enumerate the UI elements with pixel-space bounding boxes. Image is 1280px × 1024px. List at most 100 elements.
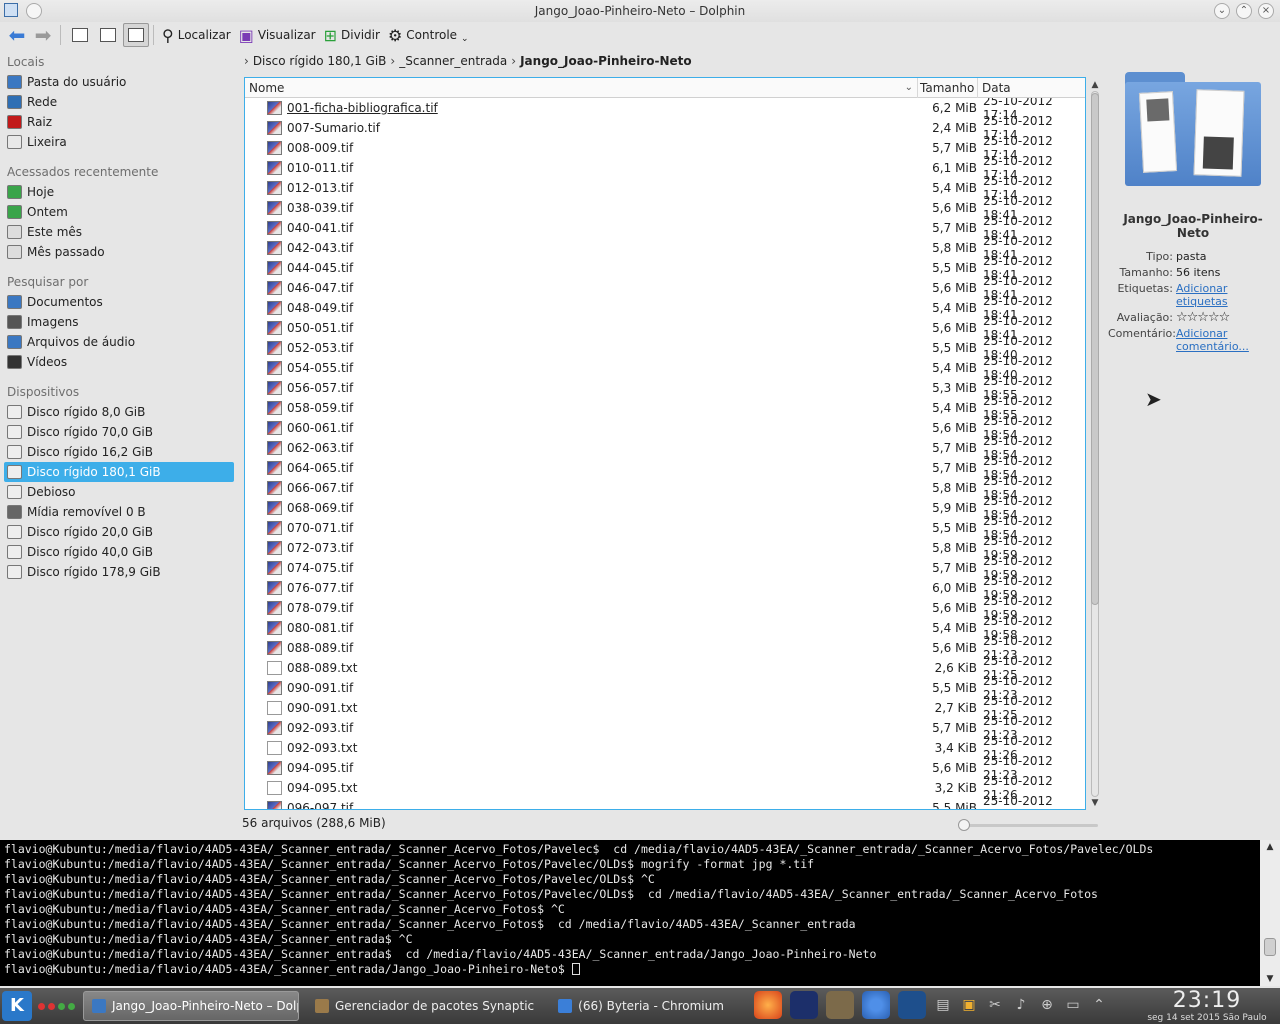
file-row[interactable]: 078-079.tif 5,6 MiB 25-10-2012 19:59 xyxy=(245,594,1085,622)
column-header-size[interactable]: Tamanho xyxy=(918,78,978,98)
rating-stars[interactable]: ☆☆☆☆☆ xyxy=(1176,311,1278,324)
file-row[interactable]: 088-089.tif 5,6 MiB 25-10-2012 21:23 xyxy=(245,634,1085,662)
maximize-icon[interactable]: ⌃ xyxy=(1236,3,1252,19)
places-item[interactable]: Rede xyxy=(4,92,234,112)
column-header-date[interactable]: Data xyxy=(978,78,1011,98)
tray-expand-icon[interactable]: ⌃ xyxy=(1090,996,1108,1014)
file-row[interactable]: 040-041.tif 5,7 MiB 25-10-2012 18:41 xyxy=(245,214,1085,242)
file-row[interactable]: 012-013.tif 5,4 MiB 25-10-2012 17:14 xyxy=(245,174,1085,202)
terminal-scrollbar-thumb[interactable] xyxy=(1264,938,1276,956)
file-row[interactable]: 088-089.txt 2,6 KiB 25-10-2012 21:25 xyxy=(245,654,1085,682)
file-row[interactable]: 066-067.tif 5,8 MiB 25-10-2012 18:54 xyxy=(245,474,1085,502)
details-view-button[interactable] xyxy=(123,23,149,47)
icons-view-button[interactable] xyxy=(67,23,93,47)
file-row[interactable]: 056-057.tif 5,3 MiB 25-10-2012 18:55 xyxy=(245,374,1085,402)
kstars-icon[interactable] xyxy=(790,991,818,1019)
file-row[interactable]: 054-055.tif 5,4 MiB 25-10-2012 18:40 xyxy=(245,354,1085,382)
file-row[interactable]: 052-053.tif 5,5 MiB 25-10-2012 18:40 xyxy=(245,334,1085,362)
clipboard-icon[interactable]: ▣ xyxy=(960,996,978,1014)
file-row[interactable]: 068-069.tif 5,9 MiB 25-10-2012 18:54 xyxy=(245,494,1085,522)
preview-button[interactable]: ▣ Visualizar xyxy=(235,23,320,47)
places-item[interactable]: Documentos xyxy=(4,292,234,312)
pager-icon[interactable] xyxy=(38,1002,75,1010)
file-row[interactable]: 060-061.tif 5,6 MiB 25-10-2012 18:54 xyxy=(245,414,1085,442)
column-header-name[interactable]: Nome ⌄ xyxy=(245,78,918,98)
places-item[interactable]: Disco rígido 8,0 GiB xyxy=(4,402,234,422)
file-row[interactable]: 092-093.txt 3,4 KiB 25-10-2012 21:26 xyxy=(245,734,1085,762)
network-tray-icon[interactable]: ⊕ xyxy=(1038,996,1056,1014)
file-row[interactable]: 001-ficha-bibliografica.tif 6,2 MiB 25-10-… xyxy=(245,94,1085,122)
scroll-up-icon[interactable]: ▲ xyxy=(1260,840,1280,854)
split-button[interactable]: ⊞ Dividir xyxy=(320,23,384,47)
terminal-scrollbar[interactable]: ▲ ▼ xyxy=(1260,840,1280,986)
back-button[interactable]: ⬅ xyxy=(4,23,30,47)
task-button[interactable]: (66) Byteria - Chromium xyxy=(550,991,732,1021)
info-link[interactable]: Adicionar etiquetas xyxy=(1176,282,1278,308)
task-button[interactable]: Gerenciador de pacotes Synaptic xyxy=(307,991,542,1021)
display-icon[interactable]: ▭ xyxy=(1064,996,1082,1014)
file-row[interactable]: 042-043.tif 5,8 MiB 25-10-2012 18:41 xyxy=(245,234,1085,262)
places-item[interactable]: Disco rígido 180,1 GiB xyxy=(4,462,234,482)
file-row[interactable]: 094-095.tif 5,6 MiB 25-10-2012 21:23 xyxy=(245,754,1085,782)
zoom-slider-track[interactable] xyxy=(964,824,1098,827)
file-row[interactable]: 094-095.txt 3,2 KiB 25-10-2012 21:26 xyxy=(245,774,1085,802)
file-row[interactable]: 050-051.tif 5,6 MiB 25-10-2012 18:41 xyxy=(245,314,1085,342)
breadcrumb-chevron-icon[interactable]: › xyxy=(390,54,395,68)
file-row[interactable]: 062-063.tif 5,7 MiB 25-10-2012 18:54 xyxy=(245,434,1085,462)
info-link[interactable]: Adicionar comentário... xyxy=(1176,327,1278,353)
breadcrumb-item-disk[interactable]: Disco rígido 180,1 GiB xyxy=(253,54,387,68)
chromium-launcher-icon[interactable] xyxy=(862,991,890,1019)
places-item[interactable]: Arquivos de áudio xyxy=(4,332,234,352)
control-menu-button[interactable]: ⚙ Controle ⌄ xyxy=(384,23,473,47)
breadcrumb-chevron-icon[interactable]: › xyxy=(511,54,516,68)
breadcrumb-item-scanner[interactable]: _Scanner_entrada xyxy=(399,54,507,68)
file-row[interactable]: 090-091.tif 5,5 MiB 25-10-2012 21:23 xyxy=(245,674,1085,702)
places-item[interactable]: Mês passado xyxy=(4,242,234,262)
firefox-icon[interactable] xyxy=(754,991,782,1019)
places-item[interactable]: Este mês xyxy=(4,222,234,242)
breadcrumb-chevron-icon[interactable]: › xyxy=(244,54,249,68)
gimp-icon[interactable] xyxy=(826,991,854,1019)
places-item[interactable]: Disco rígido 70,0 GiB xyxy=(4,422,234,442)
places-item[interactable]: Disco rígido 16,2 GiB xyxy=(4,442,234,462)
terminal-output[interactable]: flavio@Kubuntu:/media/flavio/4AD5-43EA/_… xyxy=(4,842,1254,977)
places-item[interactable]: Mídia removível 0 B xyxy=(4,502,234,522)
file-row[interactable]: 096-097.tif 5,5 MiB 25-10-2012 21:22 xyxy=(245,794,1085,809)
terminal-launcher-icon[interactable] xyxy=(898,991,926,1019)
places-item[interactable]: Imagens xyxy=(4,312,234,332)
places-item[interactable]: Debioso xyxy=(4,482,234,502)
file-row[interactable]: 008-009.tif 5,7 MiB 25-10-2012 17:14 xyxy=(245,134,1085,162)
scroll-up-icon[interactable]: ▲ xyxy=(1088,79,1102,91)
volume-icon[interactable]: ♪ xyxy=(1012,996,1030,1014)
kde-menu-icon[interactable]: K xyxy=(2,991,32,1021)
clock[interactable]: 23:19 seg 14 set 2015 São Paulo xyxy=(1142,989,1272,1024)
zoom-slider[interactable] xyxy=(958,819,1098,831)
file-row[interactable]: 046-047.tif 5,6 MiB 25-10-2012 18:41 xyxy=(245,274,1085,302)
zoom-slider-handle[interactable] xyxy=(958,819,970,831)
scroll-down-icon[interactable]: ▼ xyxy=(1260,972,1280,986)
file-row[interactable]: 072-073.tif 5,8 MiB 25-10-2012 19:59 xyxy=(245,534,1085,562)
file-row[interactable]: 038-039.tif 5,6 MiB 25-10-2012 18:41 xyxy=(245,194,1085,222)
task-button[interactable]: Jango_Joao-Pinheiro-Neto – Dolphin xyxy=(83,991,299,1021)
file-row[interactable]: 090-091.txt 2,7 KiB 25-10-2012 21:25 xyxy=(245,694,1085,722)
places-item[interactable]: Raiz xyxy=(4,112,234,132)
scroll-down-icon[interactable]: ▼ xyxy=(1088,797,1102,809)
file-row[interactable]: 076-077.tif 6,0 MiB 25-10-2012 19:59 xyxy=(245,574,1085,602)
file-row[interactable]: 092-093.tif 5,7 MiB 25-10-2012 21:23 xyxy=(245,714,1085,742)
places-item[interactable]: Disco rígido 20,0 GiB xyxy=(4,522,234,542)
file-row[interactable]: 070-071.tif 5,5 MiB 25-10-2012 18:54 xyxy=(245,514,1085,542)
minimize-icon[interactable]: ⌄ xyxy=(1214,3,1230,19)
compact-view-button[interactable] xyxy=(95,23,121,47)
forward-button[interactable]: ➡ xyxy=(30,23,56,47)
file-row[interactable]: 064-065.tif 5,7 MiB 25-10-2012 18:54 xyxy=(245,454,1085,482)
places-item[interactable]: Disco rígido 40,0 GiB xyxy=(4,542,234,562)
file-row[interactable]: 010-011.tif 6,1 MiB 25-10-2012 17:14 xyxy=(245,154,1085,182)
places-item[interactable]: Vídeos xyxy=(4,352,234,372)
places-item[interactable]: Lixeira xyxy=(4,132,234,152)
close-icon[interactable]: × xyxy=(1258,3,1274,19)
breadcrumb-item-current[interactable]: Jango_Joao-Pinheiro-Neto xyxy=(520,54,692,68)
scissors-icon[interactable]: ✂ xyxy=(986,996,1004,1014)
package-icon[interactable]: ▤ xyxy=(934,996,952,1014)
file-row[interactable]: 044-045.tif 5,5 MiB 25-10-2012 18:41 xyxy=(245,254,1085,282)
file-row[interactable]: 080-081.tif 5,4 MiB 25-10-2012 19:58 xyxy=(245,614,1085,642)
